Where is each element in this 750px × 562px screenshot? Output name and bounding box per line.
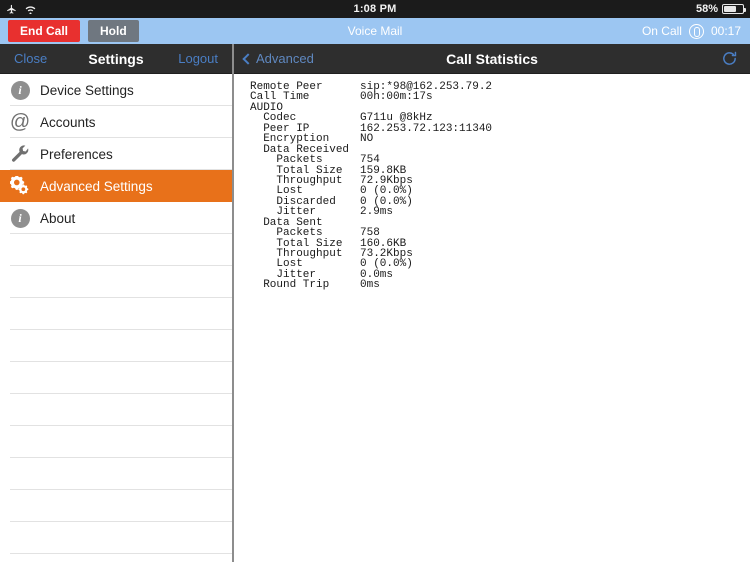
sidebar-empty-row <box>0 330 232 362</box>
info-circle-icon: i <box>10 208 30 228</box>
stat-line: Remote Peer sip:*98@162.253.79.2 <box>250 81 750 92</box>
settings-list: i Device Settings @ Accounts Preferences Adva… <box>0 74 232 562</box>
stat-line: Data Sent <box>250 217 750 228</box>
call-statistics-pane: Advanced Call Statistics Remote Peer sip:… <box>234 44 750 562</box>
sidebar-item-about[interactable]: i About <box>0 202 232 234</box>
stat-key: Packets <box>250 154 323 167</box>
sidebar-empty-row <box>0 266 232 298</box>
battery-percent: 58% <box>695 3 718 15</box>
stat-value: 758 <box>360 227 380 240</box>
wrench-icon <box>12 145 29 162</box>
stat-line: Jitter 2.9ms <box>250 206 750 219</box>
stat-line: Codec G711u @8kHz <box>250 113 750 124</box>
stat-value: 162.253.72.123:11340 <box>360 122 493 135</box>
in-call-bar: End Call Hold Voice Mail On Call 00:17 <box>0 18 750 44</box>
stat-line: Lost 0 (0.0%) <box>250 259 750 270</box>
sidebar-empty-row <box>0 554 232 562</box>
battery-icon <box>722 4 746 14</box>
sidebar-empty-row <box>0 458 232 490</box>
wifi-icon <box>24 4 37 14</box>
status-bar-time: 1:08 PM <box>353 3 397 15</box>
sidebar-item-device-settings[interactable]: i Device Settings <box>0 74 232 106</box>
back-button-label: Advanced <box>256 51 314 66</box>
stat-value: 0ms <box>360 279 380 292</box>
stat-key: Round Trip <box>250 279 330 292</box>
sidebar-item-icon: @ <box>0 112 40 132</box>
call-status-group: On Call 00:17 <box>641 23 750 39</box>
call-statistics-text: Remote Peer sip:*98@162.253.79.2 Call Time… <box>234 74 750 291</box>
stat-line: Throughput 72.9Kbps <box>250 175 750 186</box>
sidebar-item-icon <box>0 176 40 196</box>
call-duration-timer: 00:17 <box>710 24 741 38</box>
sidebar-item-icon: i <box>0 208 40 228</box>
sidebar-empty-row <box>0 362 232 394</box>
sidebar-empty-row <box>0 298 232 330</box>
sidebar-item-label: Preferences <box>40 146 113 162</box>
sidebar-item-icon <box>0 144 40 164</box>
logout-button[interactable]: Logout <box>164 51 232 66</box>
sidebar-empty-row <box>0 426 232 458</box>
gears-icon <box>10 176 29 195</box>
sidebar-item-label: Accounts <box>40 114 96 130</box>
sidebar-item-label: About <box>40 210 76 226</box>
end-call-button[interactable]: End Call <box>8 20 81 42</box>
hold-button[interactable]: Hold <box>88 20 139 42</box>
stat-line: Call Time 00h:00m:17s <box>250 91 750 104</box>
airplane-icon <box>6 4 17 15</box>
info-circle-icon: i <box>10 80 30 100</box>
stat-value: NO <box>360 133 374 146</box>
stat-line: Discarded 0 (0.0%) <box>250 196 750 207</box>
stat-value: 00h:00m:17s <box>360 91 433 104</box>
sidebar-item-accounts[interactable]: @ Accounts <box>0 106 232 138</box>
stat-line: Packets 758 <box>250 227 750 240</box>
sidebar-item-label: Device Settings <box>40 82 134 98</box>
settings-pane: Close Settings Logout i Device Settings @ A… <box>0 44 232 562</box>
stat-line: Packets 754 <box>250 154 750 167</box>
back-to-advanced-button[interactable]: Advanced <box>234 51 314 66</box>
ios-status-bar: 1:08 PM 58% <box>0 0 750 18</box>
sidebar-item-preferences[interactable]: Preferences <box>0 138 232 170</box>
sidebar-empty-row <box>0 394 232 426</box>
stat-value: 754 <box>360 154 380 167</box>
refresh-button[interactable] <box>721 50 750 67</box>
sidebar-empty-row <box>0 522 232 554</box>
sidebar-empty-row <box>0 234 232 266</box>
close-button[interactable]: Close <box>0 51 61 66</box>
sidebar-empty-row <box>0 490 232 522</box>
sidebar-item-advanced-settings[interactable]: Advanced Settings <box>0 170 232 202</box>
stat-value: 2.9ms <box>360 206 394 219</box>
detail-navbar: Advanced Call Statistics <box>234 44 750 74</box>
status-bar-left <box>0 4 180 15</box>
stat-line: Round Trip 0ms <box>250 279 750 292</box>
stat-line: Data Received <box>250 144 750 155</box>
stat-line: Throughput 73.2Kbps <box>250 248 750 259</box>
phone-circle-icon <box>688 23 704 39</box>
app-root: 1:08 PM 58% End Call Hold Voice Mail On … <box>0 0 750 562</box>
status-bar-right: 58% <box>570 3 750 15</box>
on-call-label: On Call <box>641 24 682 38</box>
sidebar-item-label: Advanced Settings <box>40 178 153 194</box>
sidebar-item-icon: i <box>0 80 40 100</box>
stat-line: AUDIO <box>250 102 750 113</box>
at-sign-icon: @ <box>9 111 31 133</box>
settings-navbar: Close Settings Logout <box>0 44 232 74</box>
stat-key: Packets <box>250 227 323 240</box>
chevron-left-icon <box>242 52 254 65</box>
